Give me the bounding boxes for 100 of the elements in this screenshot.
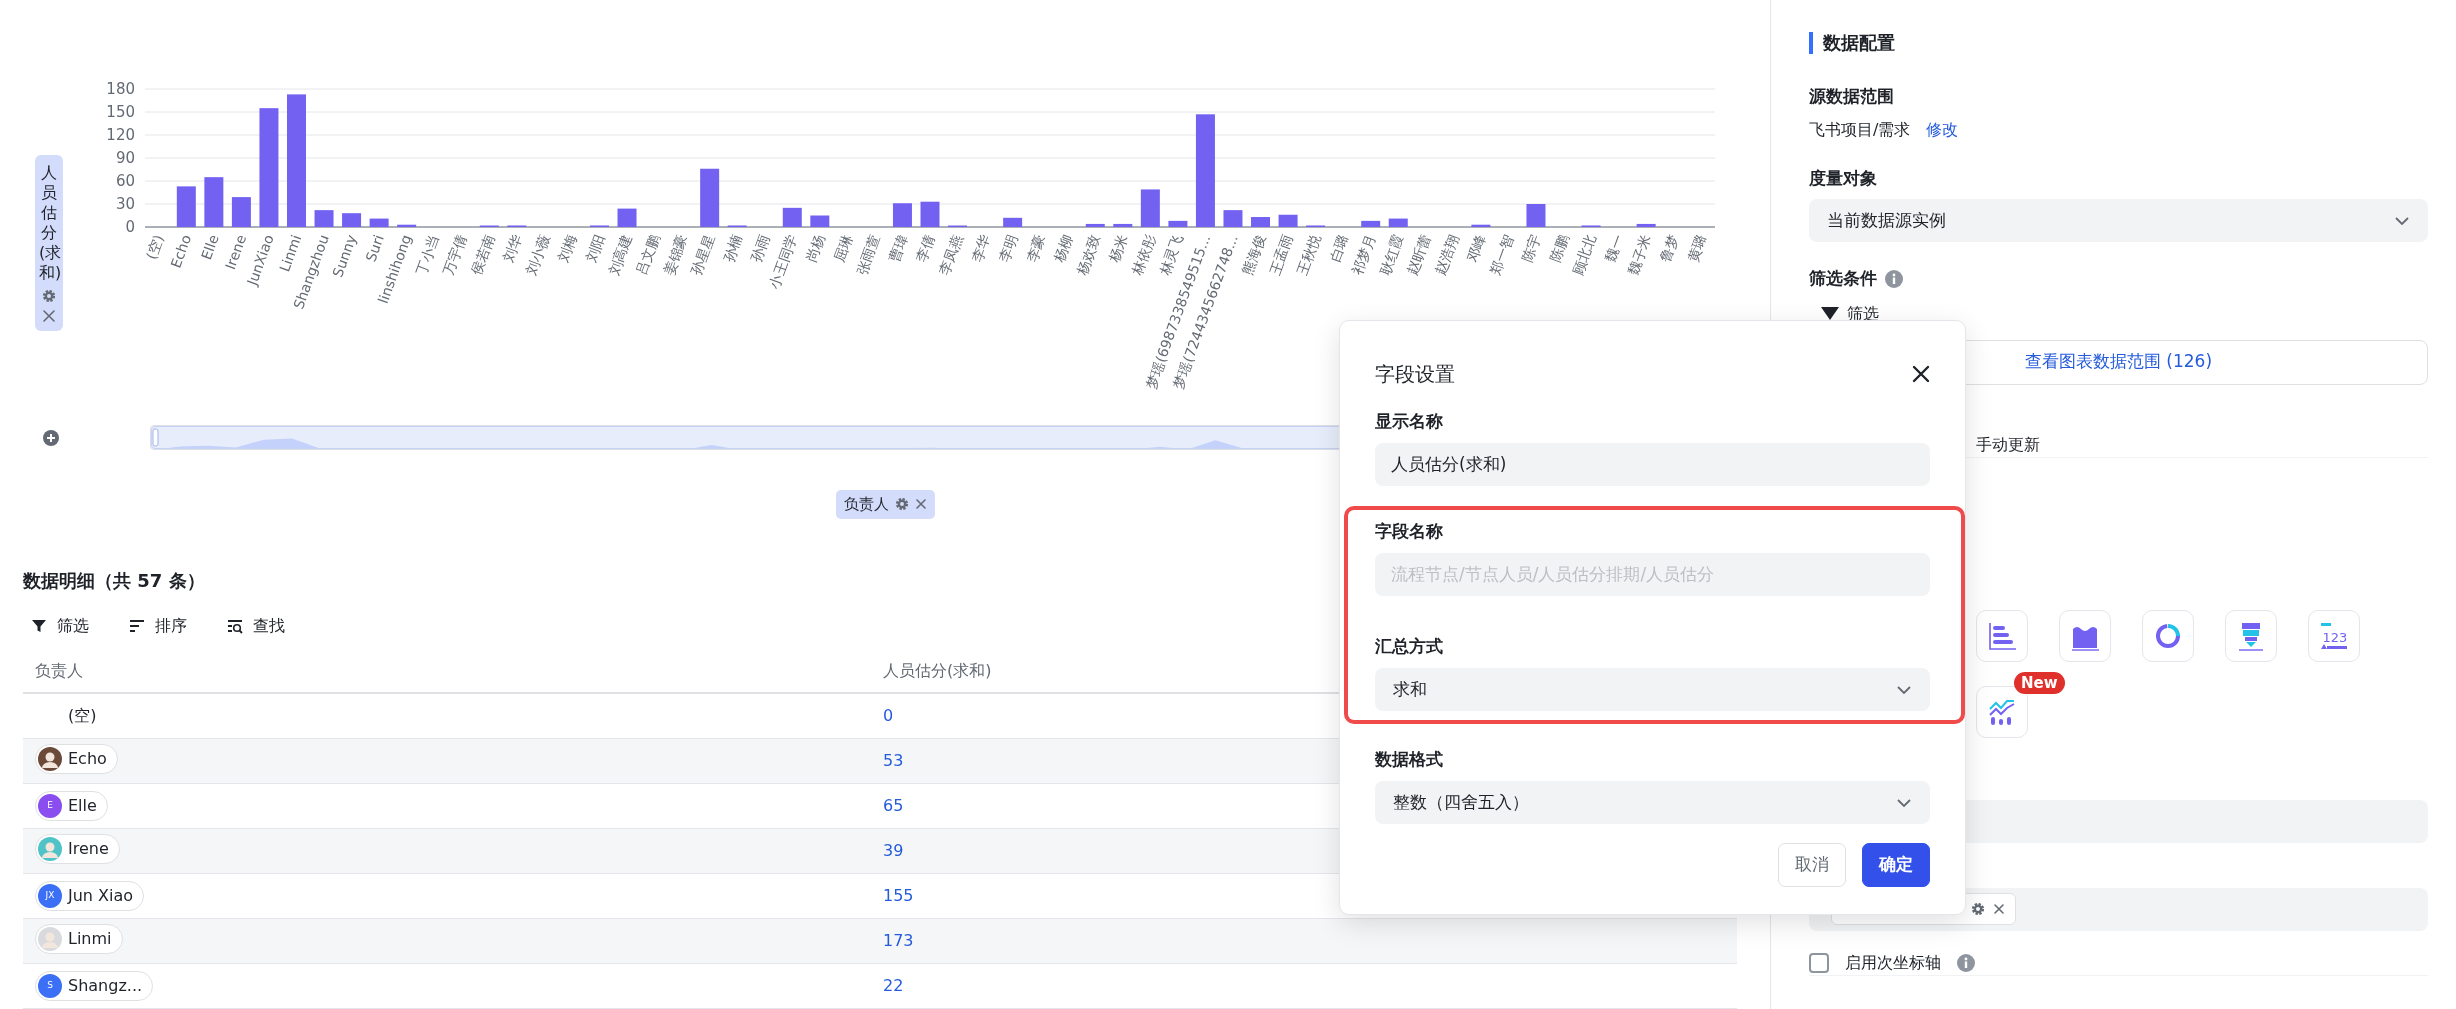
- chart-type-button[interactable]: [2059, 609, 2111, 662]
- axis-label: 熊海俊: [1238, 232, 1269, 278]
- bar[interactable]: [231, 197, 251, 227]
- bar[interactable]: [397, 224, 417, 227]
- bar[interactable]: [1388, 218, 1408, 227]
- chart-type-button[interactable]: [2142, 609, 2194, 662]
- bar[interactable]: [1195, 114, 1215, 227]
- axis-label: 王孟雨: [1266, 232, 1296, 278]
- toolbar-button[interactable]: 排序: [129, 613, 187, 638]
- axis-label: 李明: [995, 232, 1021, 265]
- bar[interactable]: [892, 203, 912, 227]
- bar[interactable]: [1223, 210, 1243, 227]
- bar[interactable]: [1251, 217, 1271, 227]
- user-tag[interactable]: Echo: [35, 743, 118, 774]
- axis-tick-label: 90: [115, 149, 135, 167]
- bar[interactable]: [1085, 223, 1105, 227]
- bar[interactable]: [342, 213, 362, 227]
- column-header[interactable]: 人员估分(求和): [883, 660, 992, 680]
- new-badge: New: [2014, 671, 2065, 694]
- add-icon[interactable]: [42, 428, 60, 447]
- bar[interactable]: [1361, 220, 1381, 227]
- filter-icon: [31, 617, 47, 634]
- axis-label: 杨柳: [1050, 232, 1076, 265]
- field-label: 人员估分(求和): [39, 163, 59, 283]
- bar[interactable]: [1003, 217, 1023, 227]
- bar[interactable]: [1113, 223, 1133, 227]
- avatar: S: [38, 973, 62, 998]
- axis-tick-label: 180: [106, 80, 135, 98]
- bar[interactable]: [204, 177, 224, 227]
- chart-type-button[interactable]: [1976, 609, 2028, 662]
- bar[interactable]: [617, 208, 637, 227]
- bar[interactable]: [259, 108, 279, 227]
- axis-label: Elle: [198, 232, 222, 262]
- close-icon[interactable]: [1912, 365, 1930, 383]
- bar[interactable]: [1471, 224, 1491, 227]
- axis-label: 黄璐: [1684, 232, 1710, 265]
- bar[interactable]: [782, 207, 802, 227]
- axis-label: 万宇倩: [440, 232, 470, 278]
- axis-label: 杨米: [1106, 232, 1131, 265]
- user-tag[interactable]: E Elle: [35, 790, 108, 821]
- bar[interactable]: [176, 186, 196, 227]
- bar[interactable]: [369, 218, 389, 227]
- bar[interactable]: [1278, 214, 1298, 227]
- table-cell: 65: [883, 795, 904, 815]
- user-name: Jun Xiao: [68, 884, 134, 907]
- column-header[interactable]: 负责人: [35, 660, 83, 680]
- user-name: Irene: [68, 837, 109, 860]
- cancel-button[interactable]: 取消: [1778, 843, 1846, 887]
- bar[interactable]: [810, 215, 830, 227]
- edit-link[interactable]: 修改: [1926, 117, 1959, 142]
- table-cell: 173: [883, 930, 914, 950]
- axis-label: 陈鹏: [1546, 232, 1572, 265]
- bar[interactable]: [920, 201, 940, 227]
- axis-tick-label: 30: [115, 195, 135, 213]
- bar[interactable]: [314, 210, 334, 227]
- chevron-icon: [1896, 684, 1912, 695]
- bar[interactable]: [1636, 223, 1656, 227]
- info-icon[interactable]: [1885, 269, 1903, 288]
- axis-label: 丁小当: [412, 232, 443, 278]
- table-cell: 22: [883, 975, 904, 995]
- option-label[interactable]: 手动更新: [1976, 432, 2428, 457]
- axis-label: Echo: [167, 232, 195, 270]
- checkbox[interactable]: [1809, 952, 1829, 973]
- user-tag[interactable]: JX Jun Xiao: [35, 880, 145, 911]
- axis-tick-label: 150: [106, 103, 135, 121]
- bar[interactable]: [1168, 220, 1188, 227]
- checkbox-label: 启用次坐标轴: [1845, 951, 1941, 974]
- axis-label: 吕文鹏: [633, 232, 663, 278]
- axis-label: 孙雨: [747, 232, 773, 265]
- field-label: 负责人: [843, 494, 889, 515]
- select-field[interactable]: 当前数据源实例: [1809, 199, 2428, 242]
- bar[interactable]: [700, 168, 720, 227]
- field-tag[interactable]: 负责人: [835, 490, 935, 519]
- field-label: 源数据范围: [1809, 85, 1895, 108]
- table-cell: 0: [883, 705, 894, 725]
- bar[interactable]: [1140, 189, 1160, 227]
- bar[interactable]: [1526, 204, 1546, 227]
- chart-type-button[interactable]: 123: [2308, 609, 2360, 662]
- axis-label: 刘高建: [605, 232, 635, 278]
- user-tag[interactable]: S Shangz...: [35, 970, 154, 1001]
- toolbar-button[interactable]: 查找: [227, 613, 285, 638]
- chevron-icon: [1896, 797, 1912, 808]
- settings-icon[interactable]: [1971, 902, 1985, 916]
- settings-icon[interactable]: [894, 497, 909, 512]
- section-title: 数据配置: [1809, 32, 2428, 54]
- input-field[interactable]: 人员估分(求和): [1375, 443, 1930, 486]
- user-tag[interactable]: Linmi: [35, 923, 123, 954]
- settings-icon[interactable]: [42, 289, 56, 303]
- field-tag[interactable]: 人员估分(求和): [35, 155, 63, 331]
- chevron-icon: [2394, 215, 2410, 226]
- info-icon[interactable]: [1957, 953, 1975, 972]
- select-field[interactable]: 整数（四舍五入）: [1375, 781, 1930, 824]
- toolbar-button[interactable]: 筛选: [31, 613, 89, 638]
- axis-label: 孙楠: [720, 232, 745, 265]
- user-tag[interactable]: Irene: [35, 833, 120, 864]
- axis-label: 魏一: [1601, 232, 1627, 265]
- confirm-button[interactable]: 确定: [1862, 843, 1930, 887]
- chart-type-button[interactable]: [2225, 609, 2277, 662]
- select-field[interactable]: 求和: [1375, 668, 1930, 711]
- axis-label: 刘阳: [582, 232, 608, 265]
